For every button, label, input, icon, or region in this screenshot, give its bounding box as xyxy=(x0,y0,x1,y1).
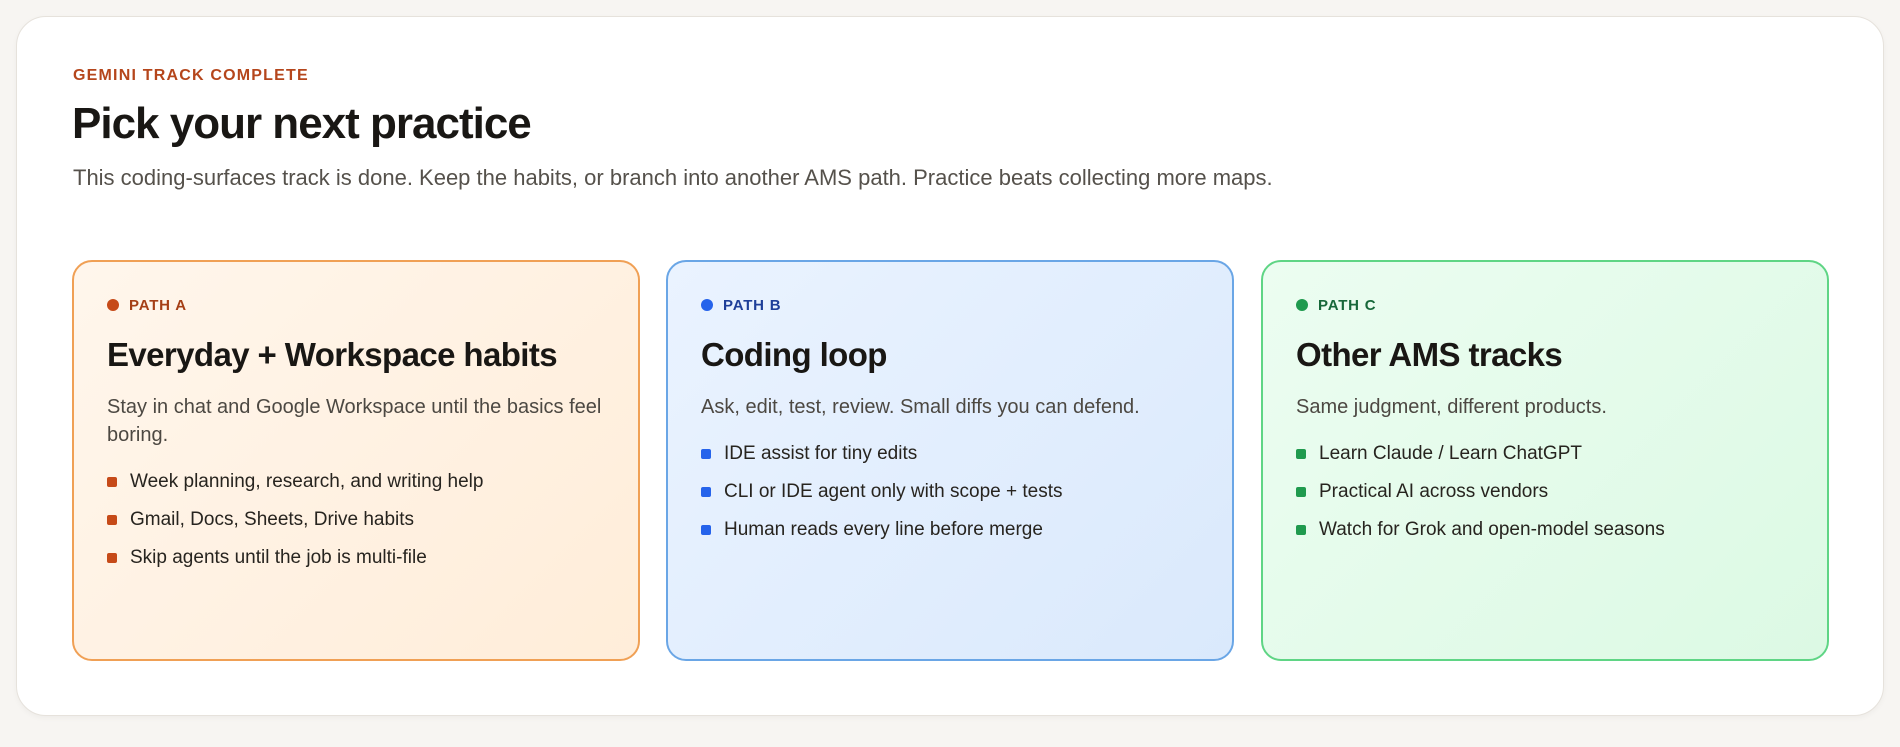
path-c-description: Same judgment, different products. xyxy=(1296,396,1607,418)
list-item: Gmail, Docs, Sheets, Drive habits xyxy=(107,501,605,539)
list-item-label: Skip agents until the job is multi-file xyxy=(130,547,427,568)
list-item-label: IDE assist for tiny edits xyxy=(724,443,918,464)
square-bullet-icon xyxy=(701,487,711,497)
square-bullet-icon xyxy=(1296,487,1306,497)
square-bullet-icon xyxy=(107,553,117,563)
list-item-label: Practical AI across vendors xyxy=(1319,481,1549,502)
path-b-card[interactable]: PATH B Coding loop Ask, edit, test, revi… xyxy=(666,260,1234,661)
list-item-label: Learn Claude / Learn ChatGPT xyxy=(1319,443,1582,464)
list-item-label: Human reads every line before merge xyxy=(724,519,1043,540)
list-item: Week planning, research, and writing hel… xyxy=(107,463,605,501)
path-b-tag: PATH B xyxy=(701,295,1199,315)
dot-icon xyxy=(701,299,713,311)
path-b-list: IDE assist for tiny edits CLI or IDE age… xyxy=(701,435,1199,549)
path-c-tag: PATH C xyxy=(1296,295,1794,315)
page-title: Pick your next practice xyxy=(72,99,532,148)
list-item: Human reads every line before merge xyxy=(701,511,1199,549)
square-bullet-icon xyxy=(701,525,711,535)
square-bullet-icon xyxy=(701,449,711,459)
square-bullet-icon xyxy=(1296,449,1306,459)
square-bullet-icon xyxy=(107,477,117,487)
dot-icon xyxy=(107,299,119,311)
path-c-title: Other AMS tracks xyxy=(1296,336,1563,373)
list-item: IDE assist for tiny edits xyxy=(701,435,1199,473)
path-b-tag-label: PATH B xyxy=(723,296,782,314)
square-bullet-icon xyxy=(107,515,117,525)
path-a-title: Everyday + Workspace habits xyxy=(107,336,558,373)
path-c-list: Learn Claude / Learn ChatGPT Practical A… xyxy=(1296,435,1794,549)
path-c-card[interactable]: PATH C Other AMS tracks Same judgment, d… xyxy=(1261,260,1829,661)
list-item: Learn Claude / Learn ChatGPT xyxy=(1296,435,1794,473)
list-item-label: CLI or IDE agent only with scope + tests xyxy=(724,481,1063,502)
path-a-tag: PATH A xyxy=(107,295,605,315)
track-complete-eyebrow: GEMINI TRACK COMPLETE xyxy=(73,67,309,84)
path-a-tag-label: PATH A xyxy=(129,296,187,314)
path-c-tag-label: PATH C xyxy=(1318,296,1377,314)
list-item: CLI or IDE agent only with scope + tests xyxy=(701,473,1199,511)
list-item-label: Watch for Grok and open-model seasons xyxy=(1319,519,1665,540)
dot-icon xyxy=(1296,299,1308,311)
path-a-list: Week planning, research, and writing hel… xyxy=(107,463,605,577)
list-item: Watch for Grok and open-model seasons xyxy=(1296,511,1794,549)
square-bullet-icon xyxy=(1296,525,1306,535)
list-item-label: Week planning, research, and writing hel… xyxy=(130,471,484,492)
intro-text: This coding-surfaces track is done. Keep… xyxy=(73,165,1273,190)
list-item: Practical AI across vendors xyxy=(1296,473,1794,511)
list-item: Skip agents until the job is multi-file xyxy=(107,539,605,577)
path-options: PATH A Everyday + Workspace habits Stay … xyxy=(72,260,1847,661)
path-b-description: Ask, edit, test, review. Small diffs you… xyxy=(701,396,1140,418)
next-practice-card: GEMINI TRACK COMPLETE Pick your next pra… xyxy=(16,16,1884,716)
path-b-title: Coding loop xyxy=(701,336,887,373)
path-a-description: Stay in chat and Google Workspace until … xyxy=(107,396,602,446)
list-item-label: Gmail, Docs, Sheets, Drive habits xyxy=(130,509,415,530)
path-a-card[interactable]: PATH A Everyday + Workspace habits Stay … xyxy=(72,260,640,661)
